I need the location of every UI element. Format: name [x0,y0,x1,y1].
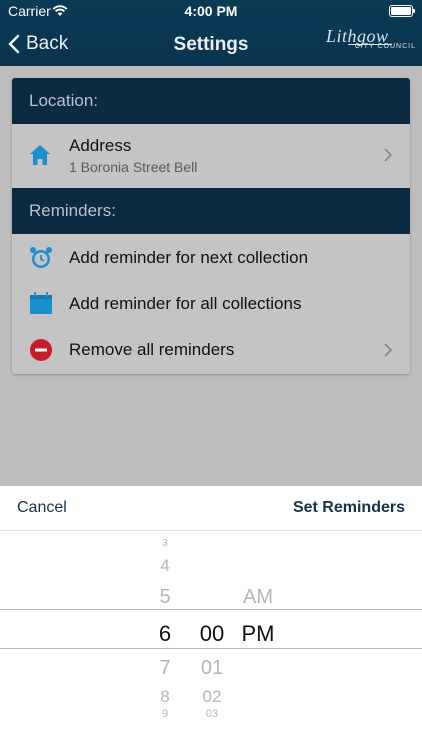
cancel-button[interactable]: Cancel [17,499,67,517]
settings-card: Location: Address 1 Boronia Street Bell … [12,78,410,374]
period-selected[interactable]: PM [236,621,280,647]
address-value: 1 Boronia Street Bell [69,159,198,175]
picker-toolbar: Cancel Set Reminders [0,486,422,531]
reminder-all-label: Add reminder for all collections [69,294,302,313]
time-picker-sheet: Cancel Set Reminders 3 4 5 6 7 8 9 00 01… [0,486,422,750]
chevron-right-icon [384,148,393,167]
council-logo: Lithgow CITY COUNCIL [320,26,416,56]
remove-reminders-row[interactable]: Remove all reminders [12,326,410,374]
address-row[interactable]: Address 1 Boronia Street Bell [12,124,410,188]
remove-reminders-label: Remove all reminders [69,340,235,359]
hour-option[interactable]: 8 [150,687,180,707]
address-label: Address [69,136,132,155]
hour-option[interactable]: 7 [150,657,180,680]
status-bar: Carrier 4:00 PM [0,0,422,22]
logo-council: CITY COUNCIL [354,43,416,50]
minute-selected[interactable]: 00 [192,621,232,647]
selection-line-bottom [0,648,422,649]
reminders-heading: Reminders: [29,201,116,220]
hour-selected[interactable]: 6 [150,621,180,647]
location-heading: Location: [29,91,98,110]
reminder-next-row[interactable]: Add reminder for next collection [12,234,410,280]
reminders-section-header: Reminders: [12,188,410,234]
calendar-icon [29,292,53,321]
navigation-bar: Carrier 4:00 PM Back Settings Lithgow CI… [0,0,422,66]
chevron-right-icon [384,343,393,362]
location-section-header: Location: [12,78,410,124]
hour-option[interactable]: 9 [150,708,180,720]
period-option[interactable]: AM [236,586,280,609]
hour-option[interactable]: 5 [150,586,180,609]
reminder-next-label: Add reminder for next collection [69,248,309,267]
set-reminders-button[interactable]: Set Reminders [293,499,405,517]
minute-option[interactable]: 02 [192,687,232,707]
hour-option[interactable]: 4 [150,556,180,576]
reminder-all-row[interactable]: Add reminder for all collections [12,280,410,326]
selection-line-top [0,609,422,610]
hour-option[interactable]: 3 [150,538,180,549]
home-icon [29,144,51,171]
remove-icon [29,338,53,367]
minute-option[interactable]: 01 [192,657,232,680]
battery-icon [389,5,415,17]
clock-time: 4:00 PM [184,3,238,19]
minute-option[interactable]: 03 [192,708,232,720]
alarm-clock-icon [29,246,53,275]
